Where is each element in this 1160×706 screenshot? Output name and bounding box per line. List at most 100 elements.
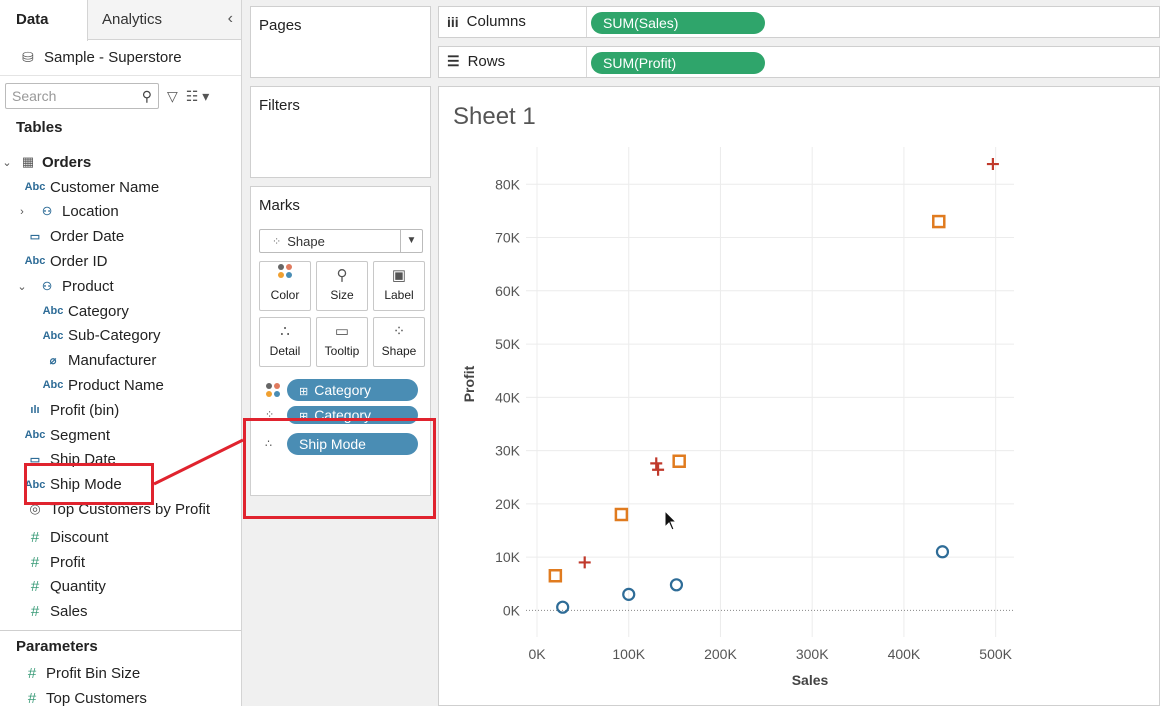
rows-shelf[interactable]: ☰ Rows SUM(Profit)	[438, 46, 1160, 78]
field-label: Product Name	[68, 376, 164, 394]
number-icon: #	[30, 603, 40, 621]
bin-icon: ılı	[30, 404, 40, 417]
search-input[interactable]: Search ⚲	[5, 83, 159, 109]
expand-icon: ⊞	[299, 386, 309, 398]
field-location[interactable]: › ⚇ Location	[0, 200, 119, 224]
data-point-plus	[652, 463, 665, 476]
field-order-date[interactable]: ▭ Order Date	[20, 225, 124, 249]
color-button[interactable]: Color	[259, 261, 311, 311]
data-point-plus	[578, 556, 591, 569]
x-tick-label: 100K	[612, 646, 645, 662]
x-tick-label: 400K	[888, 646, 921, 662]
detail-button[interactable]: ∴ Detail	[259, 317, 311, 367]
field-sales[interactable]: # Sales	[20, 600, 88, 624]
color-label: Color	[270, 288, 300, 302]
tab-analytics[interactable]: Analytics	[88, 0, 176, 40]
field-label: Order ID	[50, 252, 108, 270]
search-icon: ⚲	[141, 87, 152, 104]
data-point-square	[672, 454, 686, 468]
tables-heading: Tables	[16, 119, 63, 136]
filters-title: Filters	[259, 97, 300, 114]
field-category[interactable]: Abc Category	[38, 299, 129, 323]
field-label: Order Date	[50, 228, 125, 246]
filter-icon[interactable]: ▽	[167, 88, 178, 105]
field-product-name[interactable]: Abc Product Name	[38, 373, 164, 397]
field-profit-bin-[interactable]: ılı Profit (bin)	[20, 398, 119, 422]
datasource-name: Sample - Superstore	[44, 49, 182, 66]
field-order-id[interactable]: Abc Order ID	[20, 249, 108, 273]
x-tick-label: 200K	[704, 646, 737, 662]
field-label: Sub-Category	[68, 327, 161, 345]
sum-sales-pill[interactable]: SUM(Sales)	[591, 12, 765, 34]
field-label: Quantity	[50, 578, 106, 596]
field-label: Profit	[50, 553, 86, 571]
field-label: Sales	[50, 603, 88, 621]
label-icon: ▣	[391, 267, 407, 284]
annotation-box-ship-mode-field	[24, 463, 154, 505]
y-tick-label: 80K	[495, 176, 521, 192]
parameters-heading: Parameters	[16, 638, 98, 655]
data-pane: Data Analytics ‹ ⛁ Sample - Superstore S…	[0, 0, 242, 706]
abc-icon: Abc	[42, 305, 64, 317]
marks-title: Marks	[259, 197, 300, 214]
rows-icon: ☰	[447, 53, 460, 69]
color-icon	[260, 262, 310, 288]
shapes-icon: ⁘	[392, 323, 406, 340]
data-point-square	[548, 569, 563, 583]
data-point-circle	[935, 545, 950, 559]
size-label: Size	[330, 288, 354, 302]
label-button[interactable]: ▣ Label	[373, 261, 425, 311]
field-manufacturer[interactable]: ⌀ Manufacturer	[38, 349, 157, 373]
mark-type-dropdown[interactable]: ⁘ Shape ▼	[259, 229, 423, 253]
size-icon: ⚲	[336, 267, 348, 284]
label-label: Label	[384, 288, 414, 302]
category-color-pill[interactable]: ⊞ Category	[287, 379, 418, 401]
filters-card[interactable]: Filters	[250, 86, 431, 178]
data-point-circle	[556, 600, 570, 614]
field-product[interactable]: ⌄ ⚇ Product	[0, 274, 113, 298]
sum-profit-pill[interactable]: SUM(Profit)	[591, 52, 765, 74]
chevron-down-icon: ▼	[400, 230, 422, 252]
parameter-label: Top Customers	[46, 689, 147, 706]
pages-card[interactable]: Pages	[250, 6, 431, 78]
view-options-icon[interactable]: ☷ ▾	[186, 88, 209, 105]
columns-shelf[interactable]: iii Columns SUM(Sales)	[438, 6, 1160, 38]
detail-label: Detail	[269, 344, 301, 358]
tooltip-button[interactable]: ▭ Tooltip	[316, 317, 368, 367]
field-profit[interactable]: # Profit	[20, 550, 85, 574]
shape-label: Shape	[381, 344, 417, 358]
mouse-cursor-icon	[664, 509, 678, 531]
field-segment[interactable]: Abc Segment	[20, 423, 110, 447]
chevron-left-icon[interactable]: ‹	[228, 10, 233, 28]
tooltip-icon: ▭	[334, 323, 350, 340]
y-tick-label: 50K	[495, 336, 521, 352]
chevron-down-icon[interactable]: ⌄	[12, 280, 32, 293]
data-point-square	[614, 507, 629, 522]
tab-data[interactable]: Data	[0, 0, 88, 41]
field-sub-category[interactable]: Abc Sub-Category	[38, 324, 161, 348]
field-quantity[interactable]: # Quantity	[20, 575, 106, 599]
number-icon: #	[30, 578, 40, 596]
number-icon: #	[30, 528, 40, 546]
columns-label-text: Columns	[466, 13, 526, 30]
field-discount[interactable]: # Discount	[20, 525, 109, 549]
columns-label: iii Columns	[447, 13, 526, 30]
annotation-box-ship-mode-pill	[243, 418, 436, 519]
datasource-row[interactable]: ⛁ Sample - Superstore	[0, 40, 241, 76]
table-orders[interactable]: ⌄ ▦ Orders	[0, 150, 91, 174]
parameter-item[interactable]: # Profit Bin Size	[18, 661, 140, 685]
number-icon: #	[30, 553, 40, 571]
columns-icon: iii	[447, 13, 459, 30]
parameter-label: Profit Bin Size	[46, 664, 141, 682]
parameter-item[interactable]: # Top Customers	[18, 686, 147, 706]
abc-icon: Abc	[42, 329, 64, 342]
field-customer-name[interactable]: Abc Customer Name	[20, 175, 160, 199]
chevron-right-icon[interactable]: ›	[12, 206, 32, 218]
x-tick-label: 300K	[796, 646, 829, 662]
shape-button[interactable]: ⁘ Shape	[373, 317, 425, 367]
abc-icon: Abc	[42, 379, 64, 392]
color-icon	[265, 382, 281, 401]
divider	[586, 7, 587, 37]
search-row: Search ⚲ ▽ ☷ ▾	[0, 76, 241, 116]
size-button[interactable]: ⚲ Size	[316, 261, 368, 311]
